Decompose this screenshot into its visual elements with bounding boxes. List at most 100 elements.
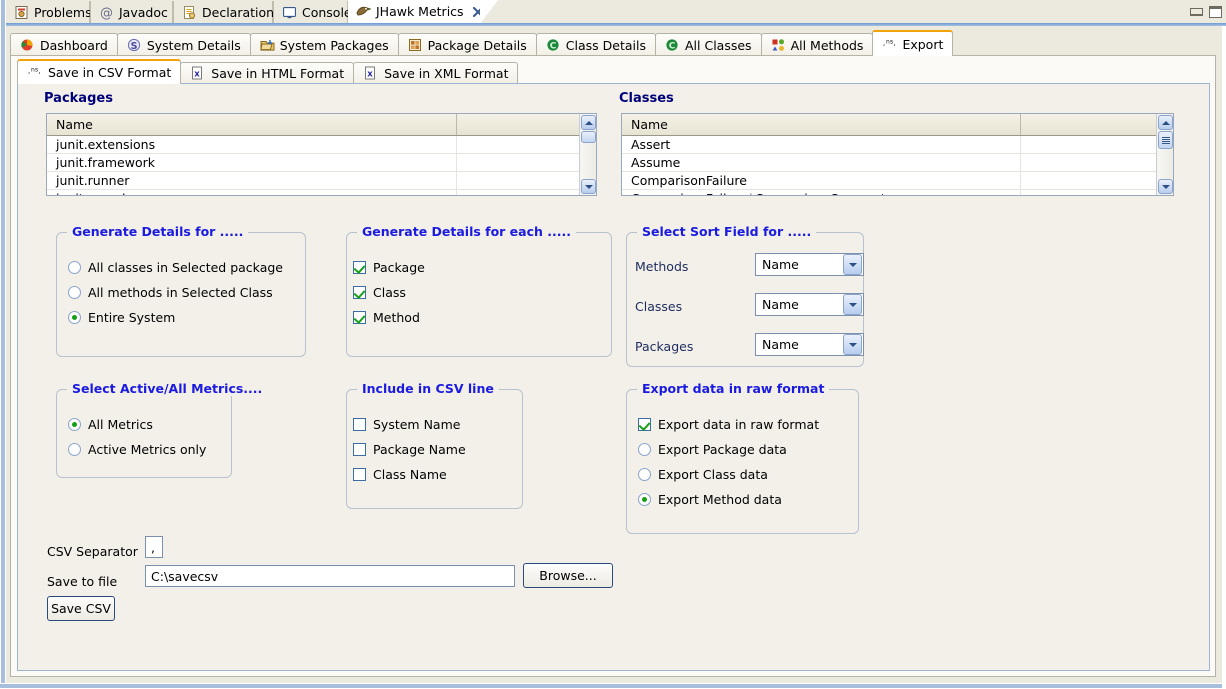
scroll-down-icon[interactable] xyxy=(1158,179,1173,194)
radio-all-classes-selected-package[interactable]: All classes in Selected package xyxy=(68,260,283,275)
view-tab-jhawk-metrics[interactable]: JHawk Metrics xyxy=(348,0,483,23)
list-item[interactable]: junit.runner xyxy=(47,172,596,190)
include-in-csv-group: Include in CSV line System Name Package … xyxy=(346,381,523,509)
list-item[interactable]: junit.extensions xyxy=(47,136,596,154)
checkbox-icon[interactable] xyxy=(353,261,366,274)
radio-icon[interactable] xyxy=(68,418,81,431)
view-tab-declaration[interactable]: Declaration xyxy=(173,1,274,23)
checkbox-icon[interactable] xyxy=(353,418,366,431)
list-item[interactable]: Assert xyxy=(622,136,1173,154)
checkbox-icon[interactable] xyxy=(353,443,366,456)
problems-icon xyxy=(14,5,29,20)
sort-packages-combo[interactable]: Name xyxy=(755,333,864,356)
browse-button[interactable]: Browse... xyxy=(523,563,613,588)
radio-icon[interactable] xyxy=(68,311,81,324)
sort-classes-combo[interactable]: Name xyxy=(755,293,864,316)
classes-listbox[interactable]: Name Assert Assume ComparisonFailure Com… xyxy=(621,113,1174,196)
tab-dashboard[interactable]: Dashboard xyxy=(10,33,118,56)
list-item[interactable]: Assume xyxy=(622,154,1173,172)
view-tab-console[interactable]: Console xyxy=(273,1,352,23)
option-label: Export Class data xyxy=(658,467,768,482)
save-csv-button[interactable]: Save CSV xyxy=(47,596,115,621)
checkbox-class[interactable]: Class xyxy=(353,285,406,300)
sort-methods-combo[interactable]: Name xyxy=(755,253,864,276)
list-item[interactable]: junit.samples xyxy=(47,190,596,195)
methods-icon xyxy=(771,38,786,53)
checkbox-method[interactable]: Method xyxy=(353,310,420,325)
minimize-button[interactable] xyxy=(1190,8,1203,16)
option-label: Active Metrics only xyxy=(88,442,207,457)
radio-icon[interactable] xyxy=(638,493,651,506)
tab-system-details[interactable]: S System Details xyxy=(116,33,251,56)
scroll-thumb[interactable] xyxy=(1158,131,1173,149)
option-label: Class xyxy=(373,285,406,300)
packages-vertical-scrollbar[interactable] xyxy=(579,114,596,195)
radio-export-class-data[interactable]: Export Class data xyxy=(638,467,768,482)
radio-icon[interactable] xyxy=(68,286,81,299)
radio-active-metrics-only[interactable]: Active Metrics only xyxy=(68,442,206,457)
checkbox-icon[interactable] xyxy=(638,418,651,431)
view-tab-javadoc[interactable]: @ Javadoc xyxy=(90,1,173,23)
radio-all-methods-selected-class[interactable]: All methods in Selected Class xyxy=(68,285,273,300)
maximize-button[interactable] xyxy=(1209,6,1222,18)
right-window-rail xyxy=(1222,0,1226,689)
radio-icon[interactable] xyxy=(638,443,651,456)
checkbox-class-name[interactable]: Class Name xyxy=(353,467,447,482)
chevron-down-icon[interactable] xyxy=(843,294,862,315)
sort-field-group: Select Sort Field for ..... Methods Name… xyxy=(626,224,864,367)
checkbox-export-raw-format[interactable]: Export data in raw format xyxy=(638,417,819,432)
tab-label: Export xyxy=(902,36,944,52)
checkbox-icon[interactable] xyxy=(353,468,366,481)
checkbox-system-name[interactable]: System Name xyxy=(353,417,460,432)
subtab-save-csv[interactable]: , n s , Save in CSV Format xyxy=(17,59,182,84)
scroll-up-icon[interactable] xyxy=(1158,115,1173,130)
xdoc-icon: x xyxy=(363,66,378,81)
scroll-up-icon[interactable] xyxy=(581,115,596,130)
classes-panel-title: Classes xyxy=(619,91,674,106)
radio-export-package-data[interactable]: Export Package data xyxy=(638,442,787,457)
view-tab-problems[interactable]: Problems xyxy=(6,1,92,23)
list-item[interactable]: junit.framework xyxy=(47,154,596,172)
radio-icon[interactable] xyxy=(68,261,81,274)
view-tab-label: Javadoc xyxy=(119,4,168,20)
svg-text:,: , xyxy=(883,39,885,47)
csv-separator-input[interactable] xyxy=(145,536,163,558)
scroll-thumb[interactable] xyxy=(581,131,596,143)
subtab-save-html[interactable]: x Save in HTML Format xyxy=(180,62,355,84)
group-legend: Select Sort Field for ..... xyxy=(637,224,817,239)
option-label: Entire System xyxy=(88,310,176,325)
view-tab-strip: Problems @ Javadoc Declaration Console J… xyxy=(6,0,1226,24)
option-label: Package Name xyxy=(373,442,466,457)
option-label: Export Method data xyxy=(658,492,782,507)
svg-text:,: , xyxy=(894,39,896,47)
subtab-save-xml[interactable]: x Save in XML Format xyxy=(353,62,519,84)
declaration-icon xyxy=(182,5,197,20)
checkbox-package-name[interactable]: Package Name xyxy=(353,442,466,457)
radio-all-metrics[interactable]: All Metrics xyxy=(68,417,153,432)
list-item[interactable]: ComparisonFailure xyxy=(622,172,1173,190)
radio-icon[interactable] xyxy=(68,443,81,456)
console-icon xyxy=(282,5,297,20)
checkbox-icon[interactable] xyxy=(353,311,366,324)
list-item[interactable]: ComparisonFailure$ComparisonCompactor xyxy=(622,190,1173,195)
radio-entire-system[interactable]: Entire System xyxy=(68,310,175,325)
option-label: Package xyxy=(373,260,425,275)
packages-listbox[interactable]: Name junit.extensions junit.framework ju… xyxy=(46,113,597,196)
chevron-down-icon[interactable] xyxy=(843,254,862,275)
tab-all-classes[interactable]: C All Classes xyxy=(655,33,762,56)
tab-export[interactable]: , n s , Export xyxy=(872,30,954,56)
tab-all-methods[interactable]: All Methods xyxy=(760,33,874,56)
svg-text:C: C xyxy=(669,41,676,51)
checkbox-icon[interactable] xyxy=(353,286,366,299)
radio-icon[interactable] xyxy=(638,468,651,481)
checkbox-package[interactable]: Package xyxy=(353,260,425,275)
radio-export-method-data[interactable]: Export Method data xyxy=(638,492,782,507)
scroll-down-icon[interactable] xyxy=(581,179,596,194)
classes-vertical-scrollbar[interactable] xyxy=(1156,114,1173,195)
tab-package-details[interactable]: Package Details xyxy=(397,33,537,56)
tab-system-packages[interactable]: System Packages xyxy=(249,33,399,56)
svg-text:S: S xyxy=(130,41,137,52)
chevron-down-icon[interactable] xyxy=(843,334,862,355)
save-to-file-input[interactable] xyxy=(145,565,515,587)
tab-class-details[interactable]: C Class Details xyxy=(535,33,656,56)
